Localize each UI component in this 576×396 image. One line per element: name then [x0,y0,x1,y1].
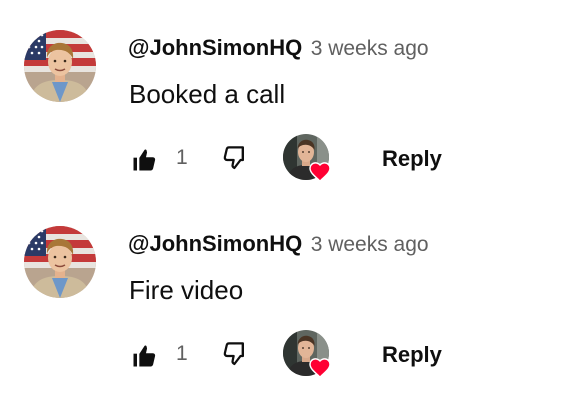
thumb-up-filled-icon [133,149,156,171]
avatar[interactable] [24,226,96,298]
like-button[interactable] [124,140,164,180]
dislike-button[interactable] [216,138,256,178]
comment-text: Booked a call [129,79,286,109]
heart-icon [309,358,331,378]
reply-button[interactable]: Reply [368,334,456,376]
author-name[interactable]: @JohnSimonHQ [128,231,302,256]
author-name[interactable]: @JohnSimonHQ [128,35,302,60]
dislike-button[interactable] [216,334,256,374]
thumb-up-filled-icon [133,345,156,367]
like-button[interactable] [124,336,164,376]
comment-timestamp[interactable]: 3 weeks ago [311,233,429,256]
like-count: 1 [176,342,188,365]
thumb-down-outline-icon [223,342,244,366]
comment-header: @JohnSimonHQ 3 weeks ago [128,230,429,261]
heart-icon [309,162,331,182]
creator-heart-badge [283,134,335,186]
comment-header: @JohnSimonHQ 3 weeks ago [128,34,429,65]
comment-timestamp[interactable]: 3 weeks ago [311,37,429,60]
like-count: 1 [176,146,188,169]
comment-text: Fire video [129,275,244,305]
comment-thread: @JohnSimonHQ 3 weeks ago Fire video 1 Re… [0,196,576,392]
comment-action-toolbar: 1 Reply [0,130,576,186]
comment-action-toolbar: 1 Reply [0,326,576,382]
reply-button[interactable]: Reply [368,138,456,180]
thumb-down-outline-icon [223,146,244,170]
creator-heart-badge [283,330,335,382]
avatar[interactable] [24,30,96,102]
comment-thread: @JohnSimonHQ 3 weeks ago Booked a call 1 [0,0,576,196]
